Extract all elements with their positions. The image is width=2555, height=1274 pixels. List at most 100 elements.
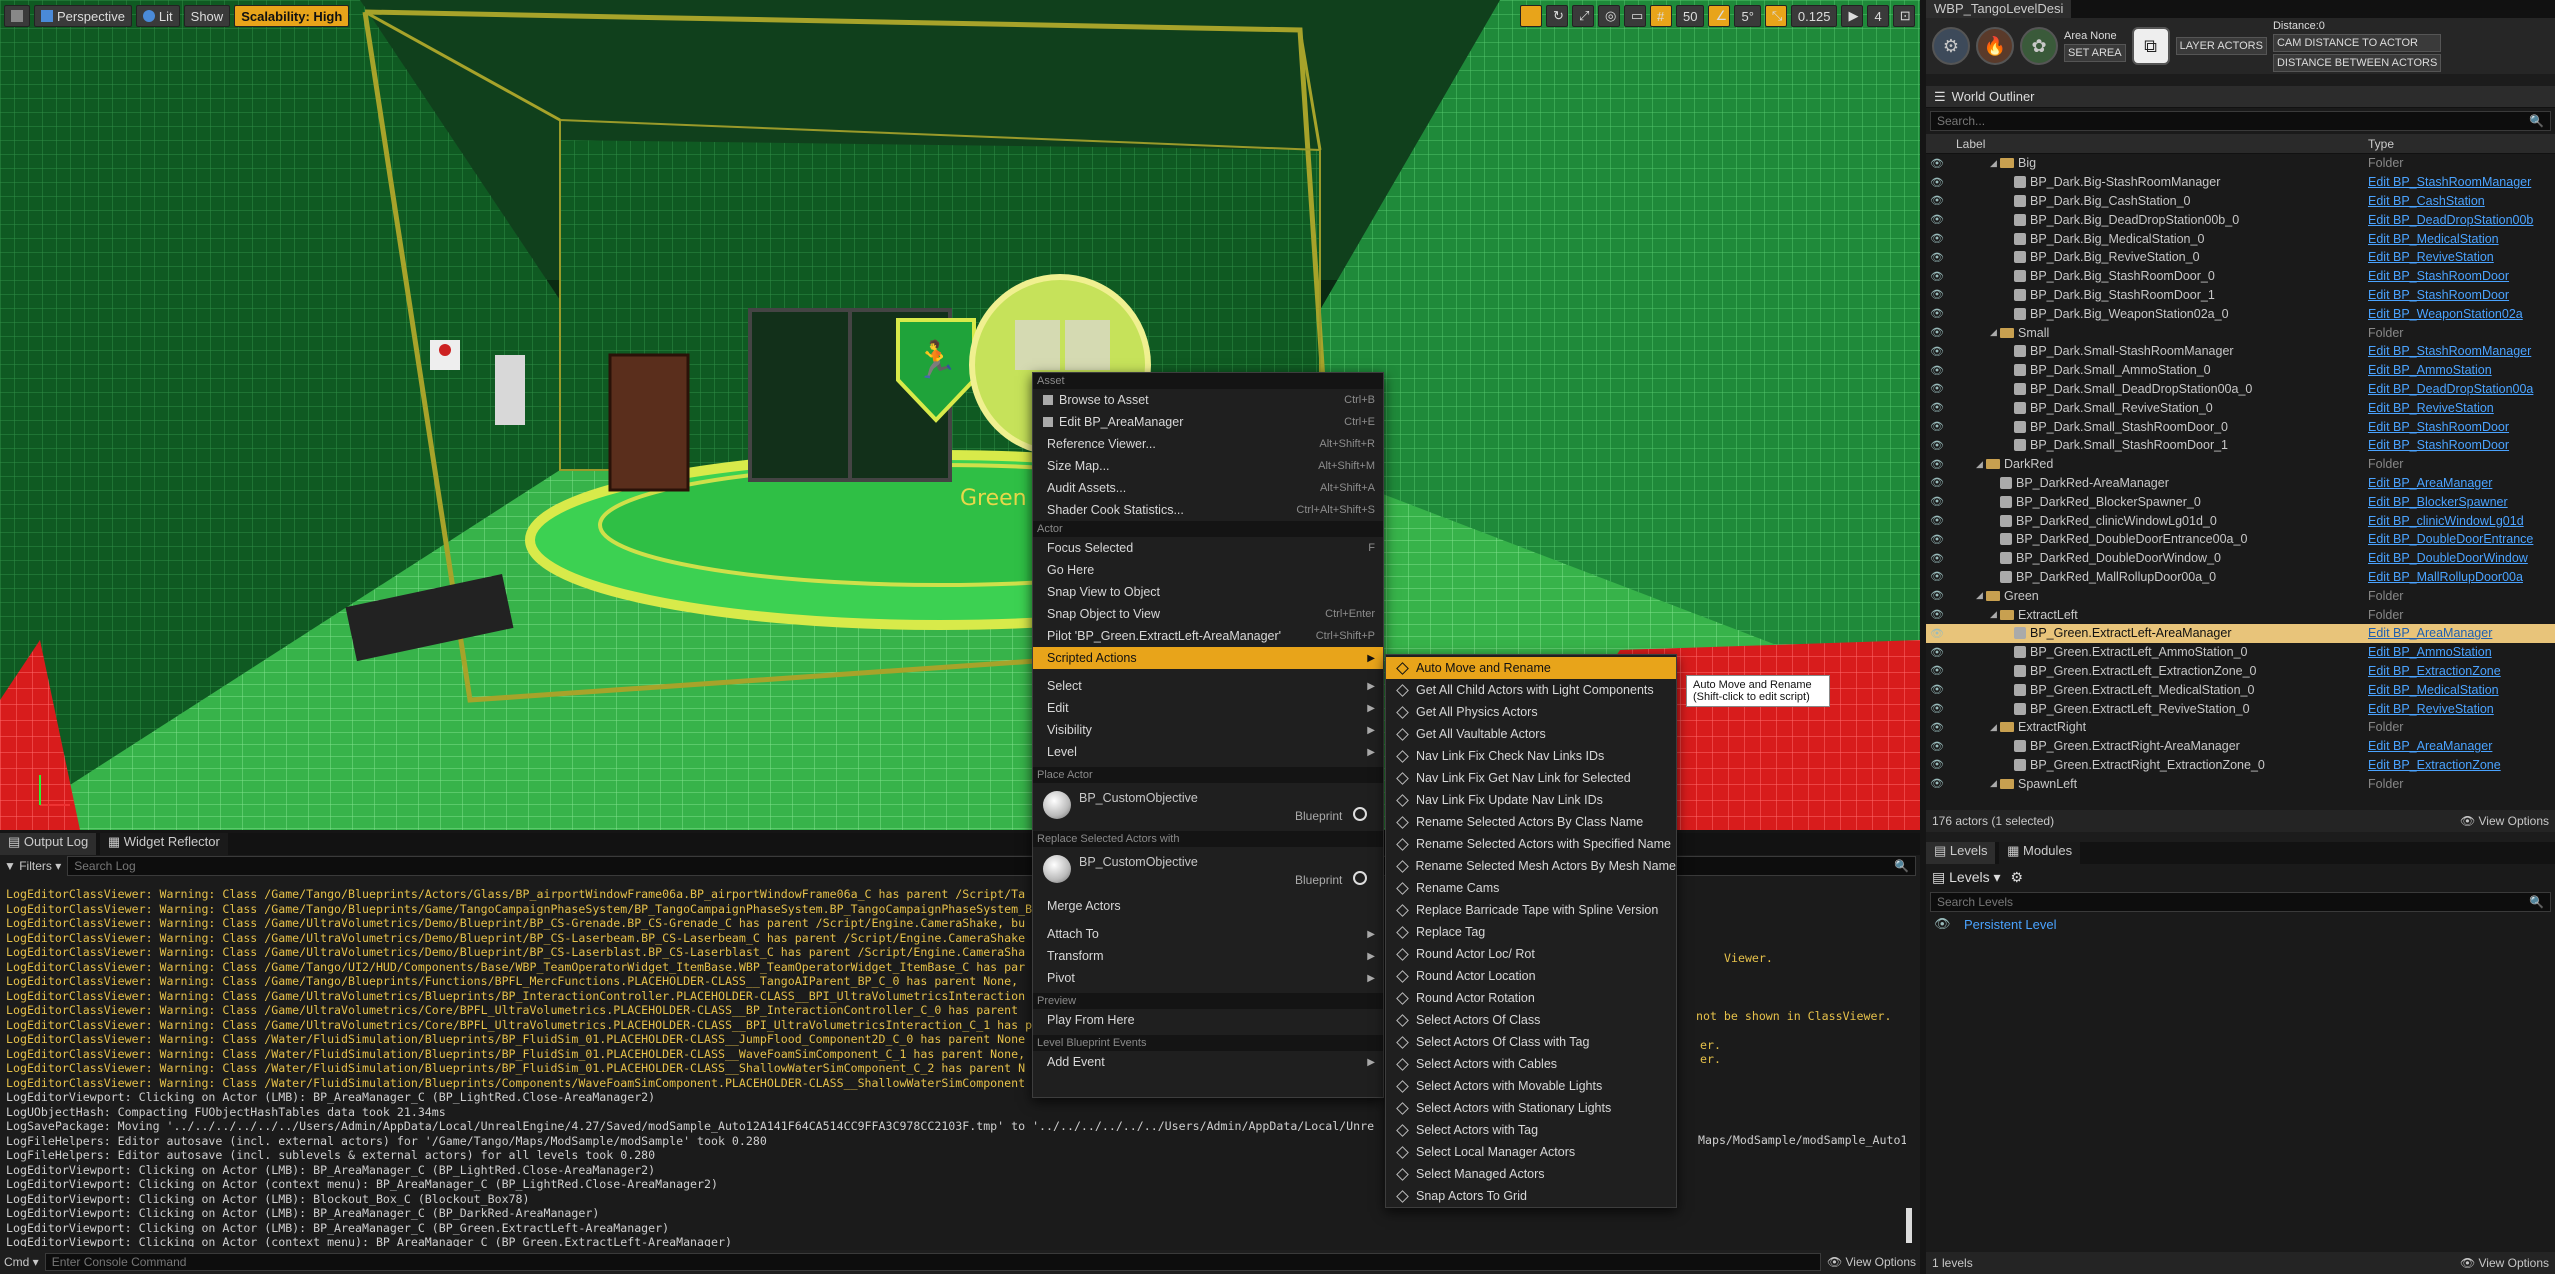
outliner-row[interactable]: 👁 BP_Dark.Small_DeadDropStation00a_0 Edit … (1926, 380, 2555, 399)
expand-triangle-icon[interactable]: ◢ (1990, 158, 2000, 169)
outliner-row[interactable]: 👁 ◢ SpawnLeft Folder (1926, 774, 2555, 793)
edit-blueprint-link[interactable]: Edit BP_DeadDropStation00b (2368, 213, 2555, 227)
outliner-row[interactable]: 👁 BP_DarkRed_clinicWindowLg01d_0 Edit BP_c… (1926, 511, 2555, 530)
context-menu-item[interactable]: Go Here (1033, 559, 1383, 581)
edit-blueprint-link[interactable]: Edit BP_MedicalStation (2368, 683, 2555, 697)
console-input[interactable]: Enter Console Command (44, 1253, 1821, 1271)
outliner-row[interactable]: 👁 BP_Green.ExtractRight-AreaManager Edit B… (1926, 737, 2555, 756)
outliner-row[interactable]: 👁 BP_Green.ExtractLeft_ExtractionZone_0 Ed… (1926, 662, 2555, 681)
eye-icon[interactable]: 👁 (1926, 420, 1948, 433)
edit-blueprint-link[interactable]: Edit BP_ExtractionZone (2368, 758, 2555, 772)
context-menu-item[interactable]: Edit BP_AreaManager Ctrl+E (1033, 411, 1383, 433)
outliner-tree[interactable]: 👁 ◢ Big Folder 👁 BP_Dark.Big-StashRoomManager… (1926, 154, 2555, 793)
add-event-item[interactable]: Add Event ▶ (1033, 1051, 1383, 1073)
scripted-action-item[interactable]: Get All Child Actors with Light Componen… (1386, 679, 1676, 701)
edit-blueprint-link[interactable]: Edit BP_CashStation (2368, 194, 2555, 208)
context-menu-item[interactable]: Snap View to Object (1033, 581, 1383, 603)
camera-speed-icon[interactable]: ▶ (1841, 5, 1864, 27)
context-menu-item[interactable]: Reference Viewer... Alt+Shift+R (1033, 433, 1383, 455)
viewport-options-button[interactable] (4, 5, 30, 27)
scale-snap-value[interactable]: 0.125 (1790, 5, 1838, 27)
scripted-action-item[interactable]: Select Actors with Tag (1386, 1119, 1676, 1141)
scripted-action-item[interactable]: Rename Cams (1386, 877, 1676, 899)
eye-icon[interactable]: 👁 (1926, 288, 1948, 301)
outliner-row[interactable]: 👁 ◢ Green Folder (1926, 586, 2555, 605)
outliner-row[interactable]: 👁 BP_DarkRed_DoubleDoorEntrance00a_0 Edit … (1926, 530, 2555, 549)
edit-blueprint-link[interactable]: Edit BP_DoubleDoorWindow (2368, 551, 2555, 565)
outliner-row[interactable]: 👁 BP_Dark.Big_ReviveStation_0 Edit BP_Revi… (1926, 248, 2555, 267)
perspective-button[interactable]: Perspective (34, 5, 132, 27)
edit-blueprint-link[interactable]: Edit BP_StashRoomDoor (2368, 420, 2555, 434)
outliner-row[interactable]: 👁 ◢ Small Folder (1926, 323, 2555, 342)
context-menu-item[interactable]: Attach To ▶ (1033, 923, 1383, 945)
scripted-action-item[interactable]: Rename Selected Actors By Class Name (1386, 811, 1676, 833)
column-type-header[interactable]: Type (2368, 137, 2394, 151)
context-menu-item[interactable]: Focus Selected F (1033, 537, 1383, 559)
world-space-icon[interactable]: ◎ (1598, 5, 1620, 27)
distance-between-button[interactable]: DISTANCE BETWEEN ACTORS (2272, 54, 2442, 72)
rotate-tool-icon[interactable]: ↻ (1546, 5, 1568, 27)
outliner-row[interactable]: 👁 BP_DarkRed-AreaManager Edit BP_AreaManag… (1926, 474, 2555, 493)
scripted-action-item[interactable]: Round Actor Rotation (1386, 987, 1676, 1009)
context-menu-item[interactable]: Shader Cook Statistics... Ctrl+Alt+Shift+… (1033, 499, 1383, 521)
edit-blueprint-link[interactable]: Edit BP_WeaponStation02a (2368, 307, 2555, 321)
outliner-row[interactable]: 👁 ◢ DarkRed Folder (1926, 455, 2555, 474)
edit-blueprint-link[interactable]: Edit BP_DoubleDoorEntrance (2368, 532, 2555, 546)
edit-blueprint-link[interactable]: Edit BP_clinicWindowLg01d (2368, 514, 2555, 528)
expand-triangle-icon[interactable]: ◢ (1990, 609, 2000, 620)
outliner-search-input[interactable]: Search... 🔍 (1930, 111, 2551, 131)
eye-icon[interactable]: 👁 (1926, 514, 1948, 527)
eye-icon[interactable]: 👁 (1926, 702, 1948, 715)
outliner-row[interactable]: 👁 BP_DarkRed_MallRollupDoor00a_0 Edit BP_M… (1926, 568, 2555, 587)
eye-icon[interactable]: 👁 (1934, 916, 1964, 932)
context-menu-item[interactable]: Visibility ▶ (1033, 719, 1383, 741)
lit-button[interactable]: Lit (135, 5, 180, 27)
eye-icon[interactable]: 👁 (1926, 176, 1948, 189)
levels-settings-icon[interactable]: ⚙ (2011, 869, 2024, 886)
tab-levels[interactable]: ▤ Levels (1926, 842, 1996, 864)
outliner-row[interactable]: 👁 BP_Dark.Big_StashRoomDoor_0 Edit BP_Stas… (1926, 267, 2555, 286)
layer-icon[interactable]: ⧉ (2131, 27, 2170, 65)
tool-fire-icon[interactable]: 🔥 (1976, 27, 2014, 65)
outliner-row[interactable]: 👁 BP_Green.ExtractRight_ExtractionZone_0 E… (1926, 756, 2555, 775)
eye-icon[interactable]: 👁 (1926, 345, 1948, 358)
expand-triangle-icon[interactable]: ◢ (1976, 459, 1986, 470)
edit-blueprint-link[interactable]: Edit BP_ReviveStation (2368, 702, 2555, 716)
context-menu-item[interactable]: Select ▶ (1033, 675, 1383, 697)
edit-blueprint-link[interactable]: Edit BP_StashRoomDoor (2368, 438, 2555, 452)
eye-icon[interactable]: 👁 (1926, 326, 1948, 339)
eye-icon[interactable]: 👁 (1926, 777, 1948, 790)
edit-blueprint-link[interactable]: Edit BP_BlockerSpawner (2368, 495, 2555, 509)
context-menu-item[interactable]: Level ▶ (1033, 741, 1383, 763)
context-menu-item[interactable]: Pivot ▶ (1033, 967, 1383, 989)
eye-icon[interactable]: 👁 (1926, 307, 1948, 320)
eye-icon[interactable]: 👁 (1926, 270, 1948, 283)
translate-tool-icon[interactable] (1520, 5, 1542, 27)
outliner-row[interactable]: 👁 BP_Green.ExtractLeft_MedicalStation_0 Ed… (1926, 680, 2555, 699)
levels-dropdown[interactable]: ▤ Levels ▾ (1932, 869, 2001, 886)
persistent-level-row[interactable]: 👁 Persistent Level (1926, 914, 2555, 934)
tool-tree-icon[interactable]: ✿ (2020, 27, 2058, 65)
edit-blueprint-link[interactable]: Edit BP_AreaManager (2368, 626, 2555, 640)
edit-blueprint-link[interactable]: Edit BP_StashRoomManager (2368, 344, 2555, 358)
edit-blueprint-link[interactable]: Edit BP_MallRollupDoor00a (2368, 570, 2555, 584)
log-view-options[interactable]: 👁 View Options (1827, 1255, 1916, 1269)
eye-icon[interactable]: 👁 (1926, 401, 1948, 414)
outliner-view-options[interactable]: 👁 View Options (2460, 814, 2549, 828)
eye-icon[interactable]: 👁 (1926, 664, 1948, 677)
scale-tool-icon[interactable]: ⤢ (1572, 5, 1594, 27)
scripted-action-item[interactable]: Select Actors Of Class with Tag (1386, 1031, 1676, 1053)
layer-actors-button[interactable]: LAYER ACTORS (2175, 37, 2267, 55)
outliner-row[interactable]: 👁 BP_Green.ExtractLeft_ReviveStation_0 Edi… (1926, 699, 2555, 718)
outliner-row[interactable]: 👁 BP_Dark.Big_DeadDropStation00b_0 Edit BP… (1926, 210, 2555, 229)
outliner-row[interactable]: 👁 BP_Dark.Big_WeaponStation02a_0 Edit BP_W… (1926, 304, 2555, 323)
outliner-row[interactable]: 👁 BP_Dark.Big-StashRoomManager Edit BP_Sta… (1926, 173, 2555, 192)
grid-snap-value[interactable]: 50 (1676, 5, 1705, 27)
eye-icon[interactable]: 👁 (1926, 439, 1948, 452)
edit-blueprint-link[interactable]: Edit BP_DeadDropStation00a (2368, 382, 2555, 396)
expand-triangle-icon[interactable]: ◢ (1976, 590, 1986, 601)
eye-icon[interactable]: 👁 (1926, 721, 1948, 734)
context-menu-item[interactable]: Pilot 'BP_Green.ExtractLeft-AreaManager'… (1033, 625, 1383, 647)
eye-icon[interactable]: 👁 (1926, 740, 1948, 753)
eye-icon[interactable]: 👁 (1926, 646, 1948, 659)
